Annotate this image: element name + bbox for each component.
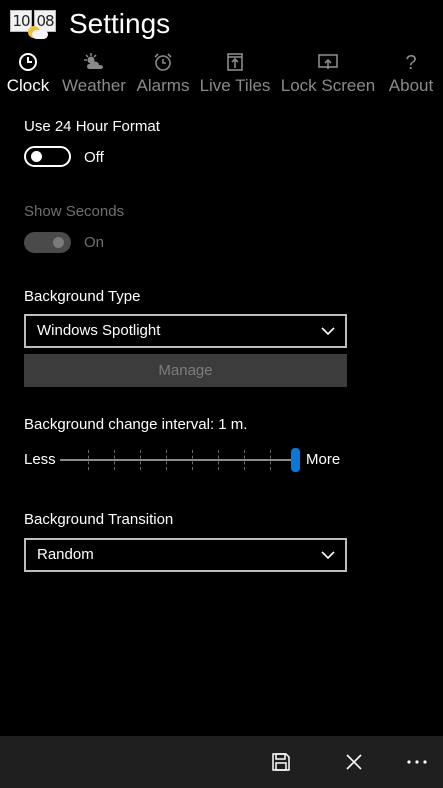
app-bar: [0, 736, 443, 788]
toggle-knob: [31, 151, 42, 162]
use-24-hour-state: Off: [84, 149, 104, 166]
more-button[interactable]: [393, 736, 441, 788]
tab-alarms[interactable]: Alarms: [134, 50, 192, 100]
slider-tick: [218, 450, 219, 470]
slider-thumb[interactable]: [291, 448, 300, 472]
transition-dropdown[interactable]: Random: [24, 538, 347, 572]
slider-track: [60, 459, 300, 461]
slider-less-label: Less: [24, 451, 56, 468]
save-icon: [272, 753, 290, 771]
close-button[interactable]: [330, 736, 378, 788]
slider-tick: [114, 450, 115, 470]
alarm-icon: [154, 53, 172, 71]
slider-more-label: More: [306, 451, 341, 468]
use-24-hour-label: Use 24 Hour Format: [24, 118, 160, 135]
tab-lock-screen-label: Lock Screen: [280, 76, 376, 95]
about-icon: ?: [405, 52, 416, 72]
slider-tick: [244, 450, 245, 470]
background-type-label: Background Type: [24, 288, 141, 305]
transition-value: Random: [37, 546, 94, 563]
interval-label: Background change interval: 1 m.: [24, 416, 248, 433]
toggle-knob: [53, 237, 64, 248]
show-seconds-toggle[interactable]: [24, 232, 71, 253]
manage-button[interactable]: Manage: [24, 354, 347, 387]
live-tiles-icon: [227, 53, 243, 71]
lock-screen-icon: [318, 54, 338, 69]
tab-weather[interactable]: Weather: [60, 50, 128, 100]
background-type-dropdown[interactable]: Windows Spotlight: [24, 314, 347, 348]
slider-tick: [166, 450, 167, 470]
slider-tick: [270, 450, 271, 470]
tab-about-label: About: [388, 76, 434, 95]
transition-label: Background Transition: [24, 511, 174, 528]
show-seconds-state: On: [84, 234, 105, 251]
use-24-hour-toggle[interactable]: [24, 146, 71, 167]
svg-text:?: ?: [405, 52, 416, 72]
save-button[interactable]: [257, 736, 305, 788]
slider-tick: [140, 450, 141, 470]
clock-icon: [19, 53, 37, 71]
slider-tick: [192, 450, 193, 470]
more-icon: [407, 760, 427, 764]
app-icon-cloud: [32, 30, 48, 39]
tab-about[interactable]: ? About: [384, 50, 438, 100]
show-seconds-label: Show Seconds: [24, 203, 125, 220]
tab-bar: Clock Weather Alarms Live Tiles Lock Scr…: [0, 50, 443, 100]
tab-weather-label: Weather: [62, 76, 126, 95]
tab-alarms-label: Alarms: [136, 76, 190, 95]
weather-icon: [84, 53, 103, 69]
tab-live-tiles[interactable]: Live Tiles: [198, 50, 272, 100]
background-type-value: Windows Spotlight: [37, 322, 161, 339]
page-title: Settings: [69, 8, 171, 39]
interval-slider[interactable]: [60, 445, 300, 475]
header: 10 08 Settings: [0, 0, 443, 50]
chevron-down-icon: [321, 551, 335, 560]
tab-lock-screen[interactable]: Lock Screen: [280, 50, 376, 100]
app-logo-icon: 10 08: [10, 8, 58, 39]
close-icon: [346, 754, 362, 770]
slider-tick: [88, 450, 89, 470]
tab-clock-label: Clock: [6, 76, 50, 95]
tab-clock[interactable]: Clock: [2, 50, 54, 100]
chevron-down-icon: [321, 327, 335, 336]
tab-live-tiles-label: Live Tiles: [199, 76, 271, 95]
